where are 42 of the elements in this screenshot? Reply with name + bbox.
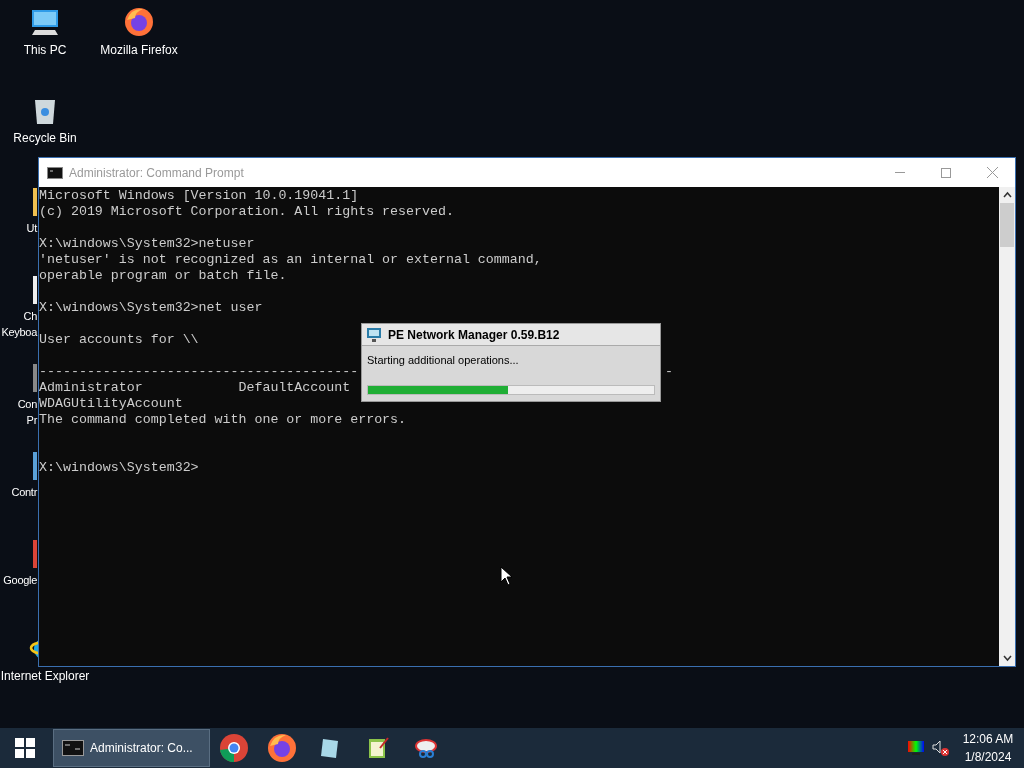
console-line: (c) 2019 Microsoft Corporation. All rights reserved. — [39, 204, 454, 219]
scrollbar-thumb[interactable] — [1000, 203, 1014, 247]
firefox-icon — [266, 732, 298, 764]
window-title: Administrator: Command Prompt — [69, 164, 245, 182]
firefox-icon — [123, 6, 155, 38]
console-line: operable program or batch file. — [39, 268, 287, 283]
dialog-title: PE Network Manager 0.59.B12 — [388, 326, 560, 344]
desktop-icon-label[interactable]: Mozilla Firefox — [100, 42, 178, 58]
display-icon — [908, 741, 924, 755]
minimize-icon — [895, 172, 905, 173]
network-monitor-icon — [366, 326, 382, 343]
console-line: X:\windows\System32> — [39, 460, 199, 475]
desktop-icon-label[interactable]: Google — [3, 572, 37, 588]
console-line: Microsoft Windows [Version 10.0.19041.1] — [39, 188, 359, 203]
document-pen-icon — [366, 736, 390, 760]
desktop-icon-label[interactable]: Ch Keyboa — [1, 308, 37, 340]
windows-logo-icon — [15, 738, 35, 758]
speaker-muted-icon[interactable] — [932, 740, 950, 756]
desktop-icon-label[interactable]: Internet Explorer — [0, 668, 90, 684]
console-line: The command completed with one or more errors. — [39, 412, 407, 427]
desktop-icon-label[interactable]: Recycle Bin — [13, 130, 77, 146]
desktop-icon-label[interactable]: This PC — [23, 42, 67, 58]
desktop-icon-label[interactable]: Ut — [26, 220, 37, 236]
console-line: User accounts for \\ — [39, 332, 199, 347]
console-line: 'netuser' is not recognized as an internal or external command, — [39, 252, 542, 267]
desktop-icon-label[interactable]: Contr — [11, 484, 37, 500]
console-line: - — [665, 364, 673, 380]
clock[interactable]: 12:06 AM 1/8/2024 — [960, 730, 1016, 766]
console-line: ---------------------------------------- — [39, 364, 359, 379]
console-line: WDAGUtilityAccount — [39, 396, 183, 411]
mouse-pointer-icon — [500, 566, 512, 586]
taskbar-app-button[interactable]: Administrator: Co... — [53, 729, 210, 767]
scissors-icon — [414, 736, 438, 760]
clock-time: 12:06 AM — [962, 731, 1014, 748]
desktop-icon-label[interactable]: Con Pr — [17, 396, 37, 428]
console-line: X:\windows\System32>net user — [39, 300, 263, 315]
close-icon — [986, 167, 998, 178]
dialog-message: Starting additional operations... — [367, 353, 520, 368]
console-line: X:\windows\System32>netuser — [39, 236, 255, 251]
maximize-icon — [941, 167, 951, 178]
console-line: Administrator DefaultAccount — [39, 380, 351, 395]
clock-date: 1/8/2024 — [964, 749, 1012, 766]
